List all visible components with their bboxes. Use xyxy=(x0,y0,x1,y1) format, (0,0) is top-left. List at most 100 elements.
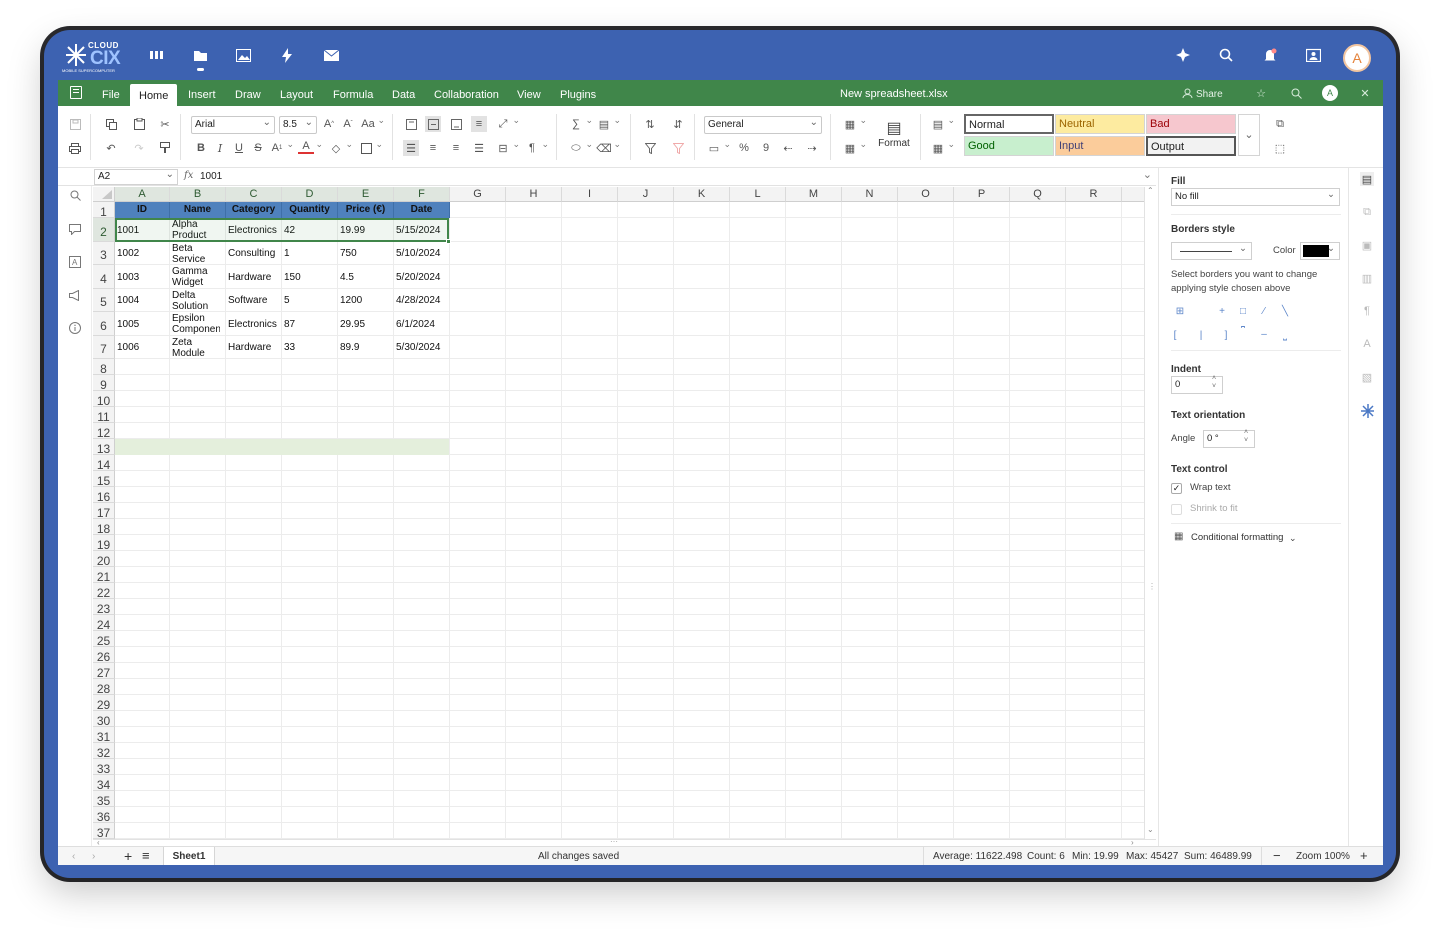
column-header[interactable]: H xyxy=(506,187,562,202)
decrease-font-icon[interactable]: Aˇ xyxy=(340,116,356,132)
align-bottom-icon[interactable] xyxy=(448,116,464,132)
next-sheet-icon[interactable]: › xyxy=(92,851,95,862)
table-header-cell[interactable]: Quantity xyxy=(282,202,338,218)
outer-borders-icon[interactable]: □ xyxy=(1237,305,1249,317)
row-header[interactable]: 4 xyxy=(93,265,115,289)
paragraph-icon[interactable]: ¶ xyxy=(524,139,549,156)
wrap-text-icon[interactable]: ≡ xyxy=(471,116,487,132)
table-cell[interactable]: Epsilon Component xyxy=(170,313,220,335)
shrink-to-fit-checkbox[interactable] xyxy=(1171,504,1182,515)
row-header[interactable]: 18 xyxy=(93,519,115,536)
fill-handle[interactable] xyxy=(446,239,451,244)
comments-icon[interactable] xyxy=(68,222,82,236)
row-header[interactable]: 3 xyxy=(93,242,115,265)
format-button[interactable]: ▤ Format xyxy=(876,118,912,149)
bolt-icon[interactable] xyxy=(279,47,295,63)
angle-stepper-icon[interactable]: ˄ ˅ xyxy=(1244,429,1248,445)
sheet-tab-sheet1[interactable]: Sheet1 xyxy=(163,847,215,865)
font-color-icon[interactable]: A xyxy=(298,139,323,154)
cut-icon[interactable]: ✂ xyxy=(157,116,173,132)
align-center-icon[interactable]: ≡ xyxy=(425,140,441,156)
row-header[interactable]: 22 xyxy=(93,583,115,600)
wrap-text-checkbox[interactable]: ✓ xyxy=(1171,483,1182,494)
zoom-out-icon[interactable]: − xyxy=(1273,848,1281,863)
spreadsheet-grid[interactable]: ABCDEFGHIJKLMNOPQRS 12345678910111213141… xyxy=(93,187,1144,839)
feedback-icon[interactable] xyxy=(68,288,82,302)
table-cell[interactable]: 750 xyxy=(338,248,393,260)
borders-icon[interactable] xyxy=(358,139,383,156)
cloud-plugin-icon[interactable] xyxy=(1360,404,1374,418)
search-icon[interactable] xyxy=(1218,47,1234,63)
signature-icon[interactable]: ▧ xyxy=(1360,370,1374,384)
bottom-border-icon[interactable]: ⎵ xyxy=(1279,329,1291,341)
table-cell[interactable]: 5/10/2024 xyxy=(394,248,449,260)
styles-expand-button[interactable]: ⌄ xyxy=(1238,114,1260,156)
column-header[interactable]: C xyxy=(226,187,282,202)
row-header[interactable]: 14 xyxy=(93,455,115,472)
apps-grid-icon[interactable] xyxy=(149,47,165,63)
add-sheet-icon[interactable]: + xyxy=(124,848,132,864)
table-cell[interactable]: 1002 xyxy=(115,248,169,260)
image-settings-icon[interactable]: ▣ xyxy=(1360,238,1374,252)
expand-formula-icon[interactable]: ⌄ xyxy=(1143,168,1152,181)
increase-decimal-icon[interactable]: ⇢ xyxy=(804,140,820,156)
row-header[interactable]: 12 xyxy=(93,423,115,440)
shape-settings-icon[interactable]: ⧉ xyxy=(1360,205,1374,219)
cell-grid-icon[interactable]: ▦ xyxy=(930,139,955,156)
insert-cells-icon[interactable]: ▤ xyxy=(930,115,955,132)
format-painter-icon[interactable] xyxy=(157,140,173,156)
diagonal-down-border-icon[interactable]: ╲ xyxy=(1279,305,1291,317)
paste-icon[interactable] xyxy=(131,116,147,132)
paragraph-settings-icon[interactable]: ¶ xyxy=(1360,304,1374,318)
column-header[interactable]: P xyxy=(954,187,1010,202)
table-cell[interactable]: 29.95 xyxy=(338,319,393,331)
diagonal-up-border-icon[interactable]: ⁄ xyxy=(1258,305,1270,317)
table-cell[interactable]: 1 xyxy=(282,248,337,260)
inner-vertical-border-icon[interactable]: | xyxy=(1195,329,1207,341)
right-border-icon[interactable]: ] xyxy=(1220,329,1232,341)
row-header[interactable]: 24 xyxy=(93,615,115,632)
row-header[interactable]: 19 xyxy=(93,535,115,552)
table-cell[interactable]: 1005 xyxy=(115,319,169,331)
column-header[interactable]: N xyxy=(842,187,898,202)
mail-icon[interactable] xyxy=(323,47,339,63)
menu-data[interactable]: Data xyxy=(392,80,415,106)
fill-select[interactable]: No fill xyxy=(1171,187,1340,206)
vertical-scrollbar[interactable]: ⌃ ⋮ ⌄ xyxy=(1144,186,1156,839)
table-cell[interactable]: 150 xyxy=(282,272,337,284)
increase-font-icon[interactable]: A ^ xyxy=(321,116,337,132)
decrease-decimal-icon[interactable]: ⇠ xyxy=(780,140,796,156)
table-header-cell[interactable]: Category xyxy=(226,202,282,218)
row-header[interactable]: 10 xyxy=(93,391,115,408)
menu-file[interactable]: File xyxy=(102,80,120,106)
column-header[interactable]: L xyxy=(730,187,786,202)
row-header[interactable]: 13 xyxy=(93,439,115,456)
inner-horizontal-border-icon[interactable]: – xyxy=(1258,328,1270,340)
scroll-grip-icon[interactable]: ⋮ xyxy=(1148,582,1156,591)
conditional-formatting-chevron-icon[interactable]: ⌄ xyxy=(1289,531,1297,545)
style-output[interactable]: Output xyxy=(1146,136,1236,156)
share-button[interactable]: Share xyxy=(1196,89,1223,100)
column-header[interactable]: O xyxy=(898,187,954,202)
style-neutral[interactable]: Neutral xyxy=(1055,114,1145,134)
menu-draw[interactable]: Draw xyxy=(235,80,261,106)
redo-icon[interactable]: ↷ xyxy=(131,140,147,156)
row-header[interactable]: 28 xyxy=(93,679,115,696)
change-case-icon[interactable]: Aa xyxy=(360,115,385,132)
row-header[interactable]: 8 xyxy=(93,359,115,376)
column-header[interactable]: Q xyxy=(1010,187,1066,202)
bold-icon[interactable]: B xyxy=(193,140,209,156)
table-header-cell[interactable]: Price (€) xyxy=(338,202,394,218)
notification-bell-icon[interactable] xyxy=(1262,47,1278,63)
comma-style-icon[interactable]: 9 xyxy=(758,140,774,156)
table-cell[interactable]: Hardware xyxy=(226,342,281,354)
row-header[interactable]: 2 xyxy=(93,218,115,242)
text-art-icon[interactable]: A xyxy=(1360,337,1374,351)
row-header[interactable]: 31 xyxy=(93,727,115,744)
justify-icon[interactable]: ☰ xyxy=(471,140,487,156)
row-header[interactable]: 29 xyxy=(93,695,115,712)
clear-icon[interactable]: ⬭ xyxy=(568,139,593,156)
percent-icon[interactable]: % xyxy=(736,140,752,156)
table-cell[interactable]: 5 xyxy=(282,295,337,307)
select-icon[interactable]: ⬚ xyxy=(1272,140,1288,156)
